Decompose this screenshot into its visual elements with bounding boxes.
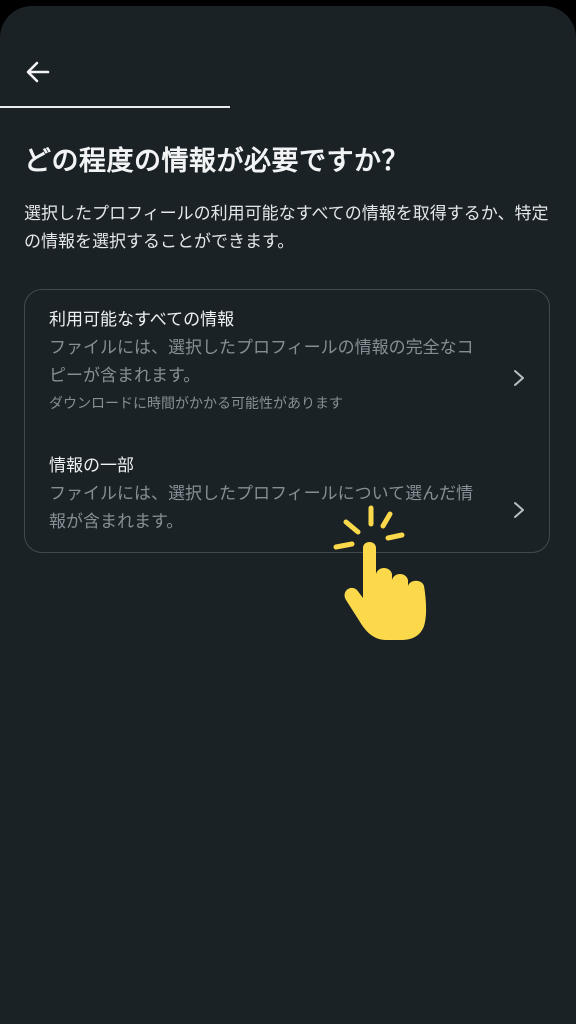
option-description: ファイルには、選択したプロフィールの情報の完全なコピーが含まれます。 — [49, 338, 474, 386]
option-title: 利用可能なすべての情報 — [49, 310, 235, 330]
progress-indicator — [0, 106, 230, 108]
chevron-right-icon — [514, 370, 524, 386]
page-description: 選択したプロフィールの利用可能なすべての情報を取得するか、特定の情報を選択するこ… — [24, 204, 549, 252]
option-title: 情報の一部 — [49, 456, 134, 476]
option-note: ダウンロードに時間がかかる可能性があります — [49, 396, 343, 412]
app-screen: どの程度の情報が必要ですか？ 選択したプロフィールの利用可能なすべての情報を取得… — [0, 6, 576, 1024]
chevron-right-icon — [514, 502, 524, 518]
tapping-hand-icon — [333, 505, 427, 640]
option-partial-information[interactable]: 情報の一部 ファイルには、選択したプロフィールについて選んだ情報が含まれます。 — [25, 452, 549, 542]
page-title: どの程度の情報が必要ですか？ — [24, 146, 409, 177]
option-all-information[interactable]: 利用可能なすべての情報 ファイルには、選択したプロフィールの情報の完全なコピーが… — [25, 306, 549, 436]
options-card: 利用可能なすべての情報 ファイルには、選択したプロフィールの情報の完全なコピーが… — [24, 289, 550, 553]
arrow-left-icon — [26, 61, 50, 83]
back-button[interactable] — [16, 50, 60, 94]
